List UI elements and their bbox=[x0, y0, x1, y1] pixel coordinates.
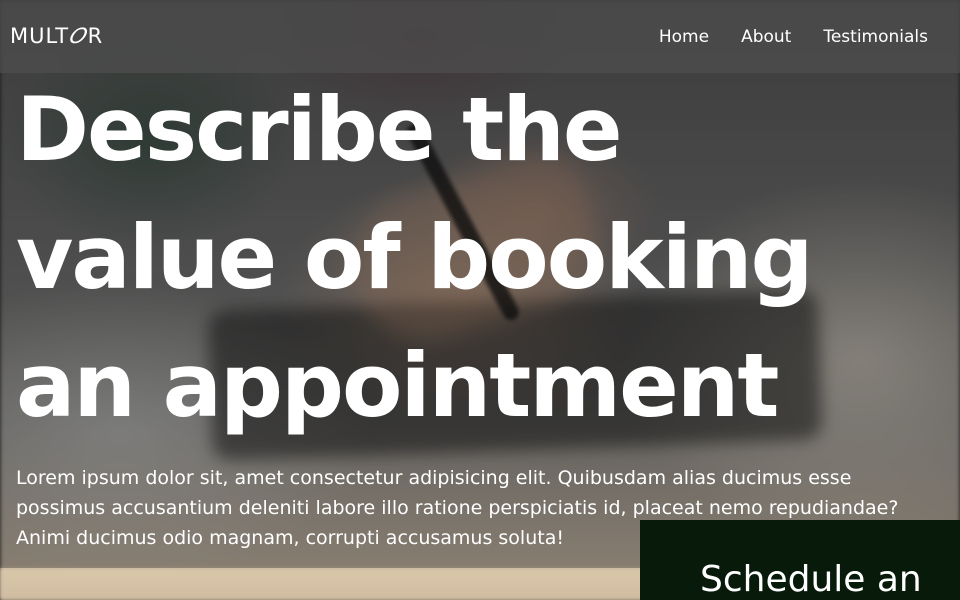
landing-page: MULTOR Home About Testimonials Describe … bbox=[0, 0, 960, 600]
schedule-appointment-panel: Schedule an bbox=[640, 520, 960, 600]
schedule-title: Schedule an bbox=[700, 559, 922, 600]
nav-link-about[interactable]: About bbox=[725, 27, 807, 47]
main-navigation: Home About Testimonials bbox=[643, 27, 944, 47]
nav-link-testimonials[interactable]: Testimonials bbox=[807, 27, 944, 47]
top-navigation: MULTOR Home About Testimonials bbox=[0, 0, 960, 73]
hero-section: Describe the value of booking an appoint… bbox=[16, 66, 936, 450]
hero-title: Describe the value of booking an appoint… bbox=[16, 78, 814, 437]
brand-logo[interactable]: MULTOR bbox=[10, 24, 104, 48]
brand-logo-text: MULTOR bbox=[10, 24, 104, 48]
nav-link-home[interactable]: Home bbox=[643, 27, 725, 47]
